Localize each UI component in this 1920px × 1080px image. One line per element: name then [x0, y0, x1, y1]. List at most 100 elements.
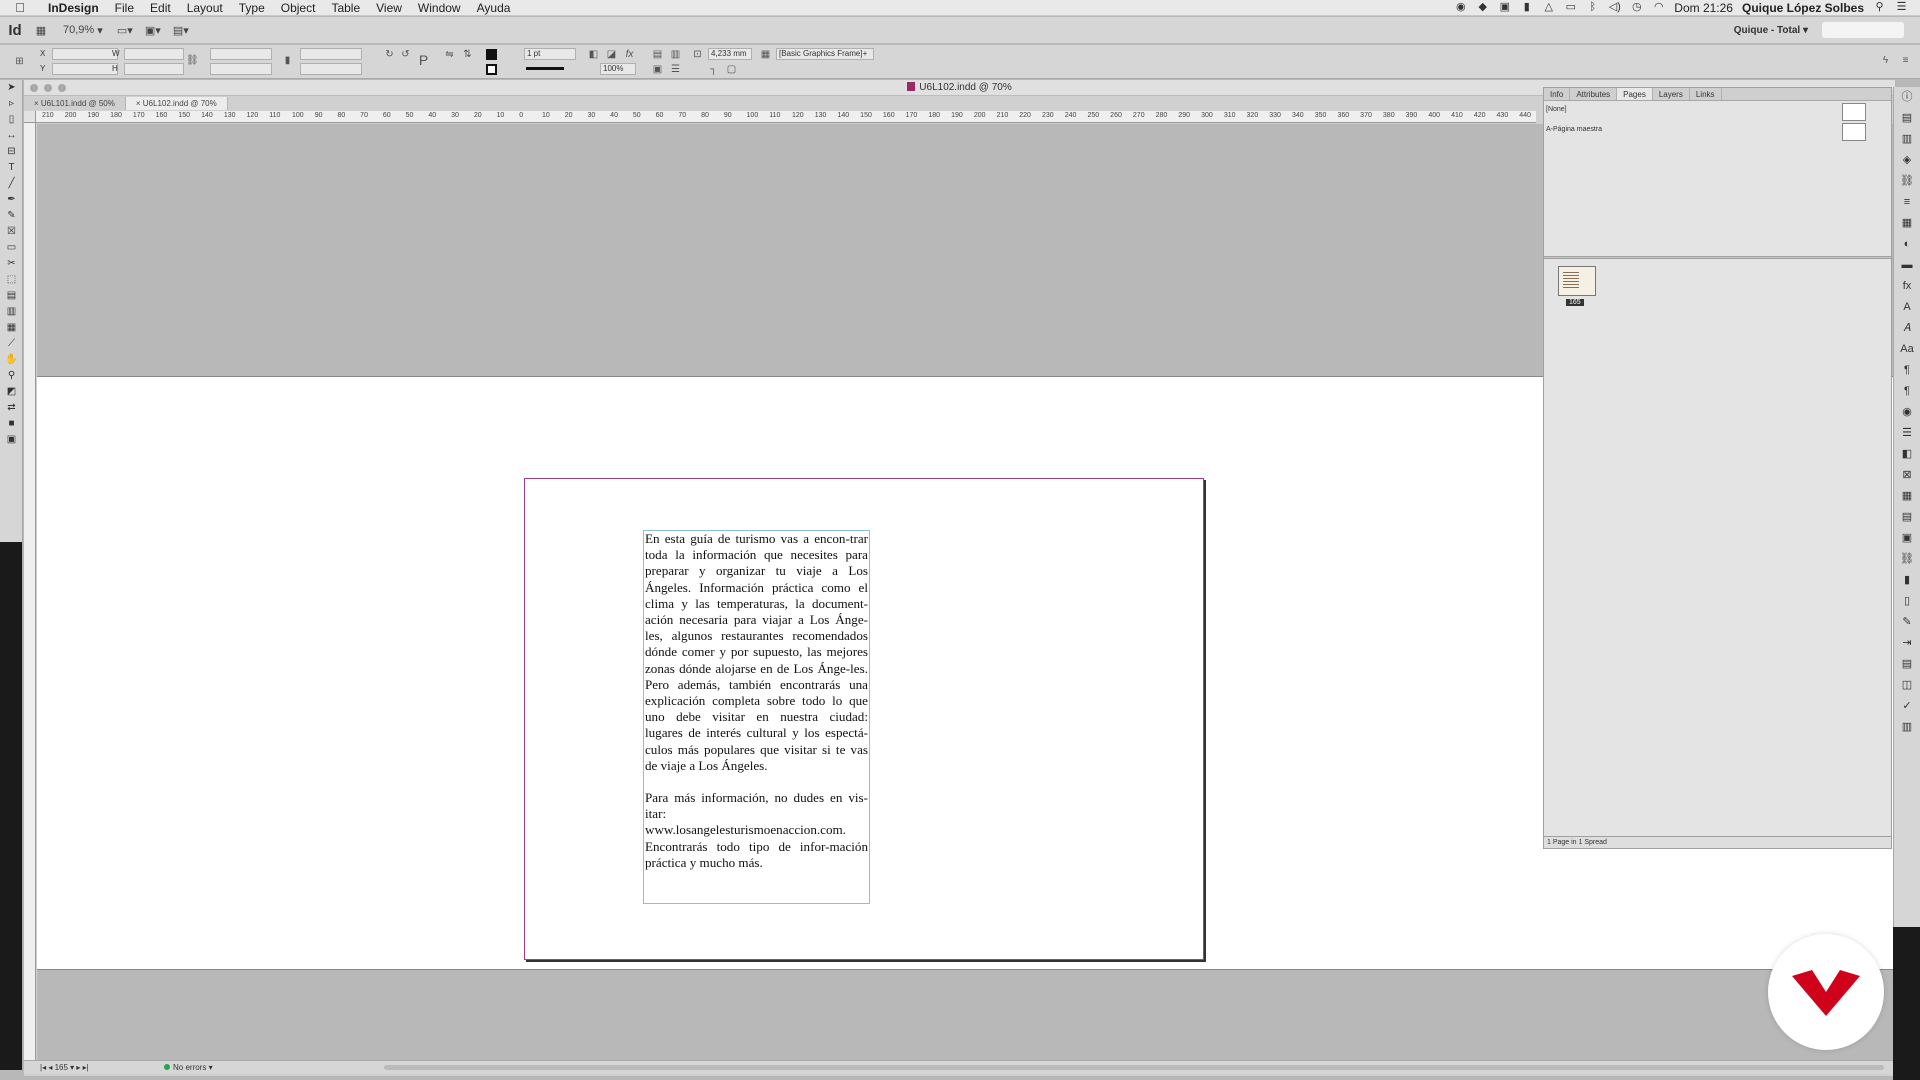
cc-libraries-panel-icon[interactable]: ▥ [1894, 717, 1920, 738]
links-panel-icon[interactable]: ⛓ [1894, 171, 1920, 192]
menu-file[interactable]: File [107, 1, 142, 15]
bridge-button[interactable]: ▦ [30, 21, 52, 39]
screen-mode-icon[interactable]: ▣ [0, 432, 23, 448]
pages-panel-icon[interactable]: ▥ [1894, 129, 1920, 150]
horizontal-scrollbar[interactable] [384, 1065, 1884, 1070]
pathfinder-panel-icon[interactable]: ◧ [1894, 444, 1920, 465]
height-field[interactable] [124, 63, 184, 75]
view-options-button[interactable]: ▭▾ [114, 21, 136, 39]
index-panel-icon[interactable]: ▤ [1894, 654, 1920, 675]
cell-styles-icon[interactable]: ▤ [1894, 507, 1920, 528]
tab-layers[interactable]: Layers [1653, 88, 1690, 100]
menu-window[interactable]: Window [410, 1, 469, 15]
body-paragraph[interactable]: En esta guía de turismo vas a encon-trar… [645, 531, 868, 774]
paragraph-styles-icon[interactable]: ¶ [1894, 381, 1920, 402]
workspace-switcher[interactable]: Quique - Total ▾ [1734, 25, 1808, 36]
scissors-tool-icon[interactable]: ✂ [0, 256, 23, 272]
table-panel-icon[interactable]: ▦ [1894, 486, 1920, 507]
apply-color-icon[interactable]: ■ [0, 416, 23, 432]
selection-tool-icon[interactable]: ➤ [0, 80, 23, 96]
effects-panel-icon[interactable]: fx [1894, 276, 1920, 297]
fitting-icon[interactable]: ⊡ [692, 49, 703, 60]
panel-menu-icon[interactable]: ≡ [1900, 55, 1911, 66]
menu-app-name[interactable]: InDesign [40, 1, 107, 15]
menu-edit[interactable]: Edit [142, 1, 179, 15]
text-wrap-panel-icon[interactable]: ⊠ [1894, 465, 1920, 486]
object-styles-icon[interactable]: ◉ [1894, 402, 1920, 423]
gradient-panel-icon[interactable]: ▬ [1894, 255, 1920, 276]
text-wrap-icon[interactable]: ▤ [652, 49, 663, 60]
master-a-pagina[interactable]: A-Página maestra [1546, 123, 1866, 141]
rotate-ccw-icon[interactable]: ↺ [400, 49, 411, 60]
screen-mode-button[interactable]: ▣▾ [142, 21, 164, 39]
effects-icon[interactable]: ◪ [606, 49, 617, 60]
hand-tool-icon[interactable]: ✋ [0, 352, 23, 368]
user-name[interactable]: Quique López Solbes [1742, 1, 1864, 15]
eyedropper-tool-icon[interactable]: ⟋ [0, 336, 23, 352]
minimize-window-button[interactable] [44, 84, 52, 92]
menu-object[interactable]: Object [273, 1, 324, 15]
free-transform-tool-icon[interactable]: ⬚ [0, 272, 23, 288]
table-styles-icon[interactable]: ▣ [1894, 528, 1920, 549]
rectangle-tool-icon[interactable]: ▭ [0, 240, 23, 256]
gradient-swatch-tool-icon[interactable]: ▤ [0, 288, 23, 304]
object-style-icon[interactable]: ▦ [760, 49, 771, 60]
clock[interactable]: Dom 21:26 [1674, 1, 1733, 15]
distribute-icon[interactable]: ☰ [670, 64, 681, 75]
ruler-origin[interactable] [24, 111, 36, 123]
page-number-field[interactable]: |◂ ◂ 165 ▾ ▸ ▸| [40, 1061, 89, 1074]
menu-type[interactable]: Type [231, 1, 273, 15]
dropbox-icon[interactable]: ◆ [1476, 2, 1489, 13]
horizontal-ruler[interactable]: 210 200 190 180 170 160 150 140 130 120 110 100 90 80… [36, 111, 1536, 123]
arrange-documents-button[interactable]: ▤▾ [170, 21, 192, 39]
pencil-tool-icon[interactable]: ✎ [0, 208, 23, 224]
opacity-field[interactable]: 100% [600, 63, 636, 75]
bluetooth-icon[interactable]: ᛒ [1586, 2, 1599, 13]
menu-view[interactable]: View [368, 1, 410, 15]
tab-u6l101[interactable]: × U6L101.indd @ 50% [24, 97, 126, 110]
bookmark-icon[interactable]: ▮ [1520, 2, 1533, 13]
corner-icon[interactable]: ┐ [708, 64, 719, 75]
reference-point-icon[interactable]: ⊞ [14, 56, 25, 67]
wifi-icon[interactable]: ◠ [1652, 2, 1665, 13]
tab-info[interactable]: Info [1544, 88, 1571, 100]
stroke-weight-field[interactable]: 1 pt [524, 48, 576, 60]
document-page[interactable]: En esta guía de turismo vas a encon-trar… [524, 478, 1204, 960]
wrap-around-icon[interactable]: ▥ [670, 49, 681, 60]
notification-center-icon[interactable]: ☰ [1895, 2, 1908, 13]
help-search-input[interactable] [1822, 22, 1904, 38]
volume-icon[interactable]: ◁) [1608, 2, 1621, 13]
body-paragraph[interactable]: Para más información, no dudes en vis-it… [645, 790, 868, 871]
fill-swatch[interactable] [486, 49, 497, 60]
zoom-level-select[interactable]: 70,9% ▾ [58, 21, 108, 39]
paragraph-panel-icon[interactable]: ¶ [1894, 360, 1920, 381]
gap-tool-icon[interactable]: ↔ [0, 128, 23, 144]
page-thumbnail[interactable] [1558, 266, 1596, 296]
character-styles-icon[interactable]: 𝐴 [1894, 318, 1920, 339]
fill-stroke-icon[interactable]: ◩ [0, 384, 23, 400]
lightning-icon[interactable]: ϟ [1880, 55, 1891, 66]
character-panel-icon[interactable]: A [1894, 297, 1920, 318]
tab-attributes[interactable]: Attributes [1570, 88, 1618, 100]
fx-icon[interactable]: fx [624, 49, 635, 60]
swap-colors-icon[interactable]: ⇄ [0, 400, 23, 416]
corner-options-icon[interactable]: ▢ [726, 64, 737, 75]
object-style-select[interactable]: [Basic Graphics Frame]+ [776, 48, 874, 60]
panel-divider[interactable] [1544, 256, 1891, 259]
content-collector-icon[interactable]: ⊟ [0, 144, 23, 160]
glyphs-panel-icon[interactable]: Aa [1894, 339, 1920, 360]
flip-horizontal-icon[interactable]: ⇋ [444, 49, 455, 60]
y-field[interactable] [52, 63, 118, 75]
preflight-panel-icon[interactable]: ✓ [1894, 696, 1920, 717]
close-window-button[interactable] [30, 84, 38, 92]
info-panel-icon[interactable]: ⓘ [1894, 87, 1920, 108]
pen-tool-icon[interactable]: ✒ [0, 192, 23, 208]
constrain-proportions-icon[interactable]: ⛓ [186, 55, 199, 66]
align-panel-icon[interactable]: ☰ [1894, 423, 1920, 444]
tab-u6l102[interactable]: × U6L102.indd @ 70% [125, 97, 228, 110]
stroke-type-select[interactable] [524, 63, 576, 75]
constrain-scale-icon[interactable]: ▮ [282, 55, 293, 66]
stroke-swatch[interactable] [486, 64, 497, 75]
attributes-panel-icon[interactable]: ▤ [1894, 108, 1920, 129]
spotlight-icon[interactable]: ⚲ [1873, 2, 1886, 13]
